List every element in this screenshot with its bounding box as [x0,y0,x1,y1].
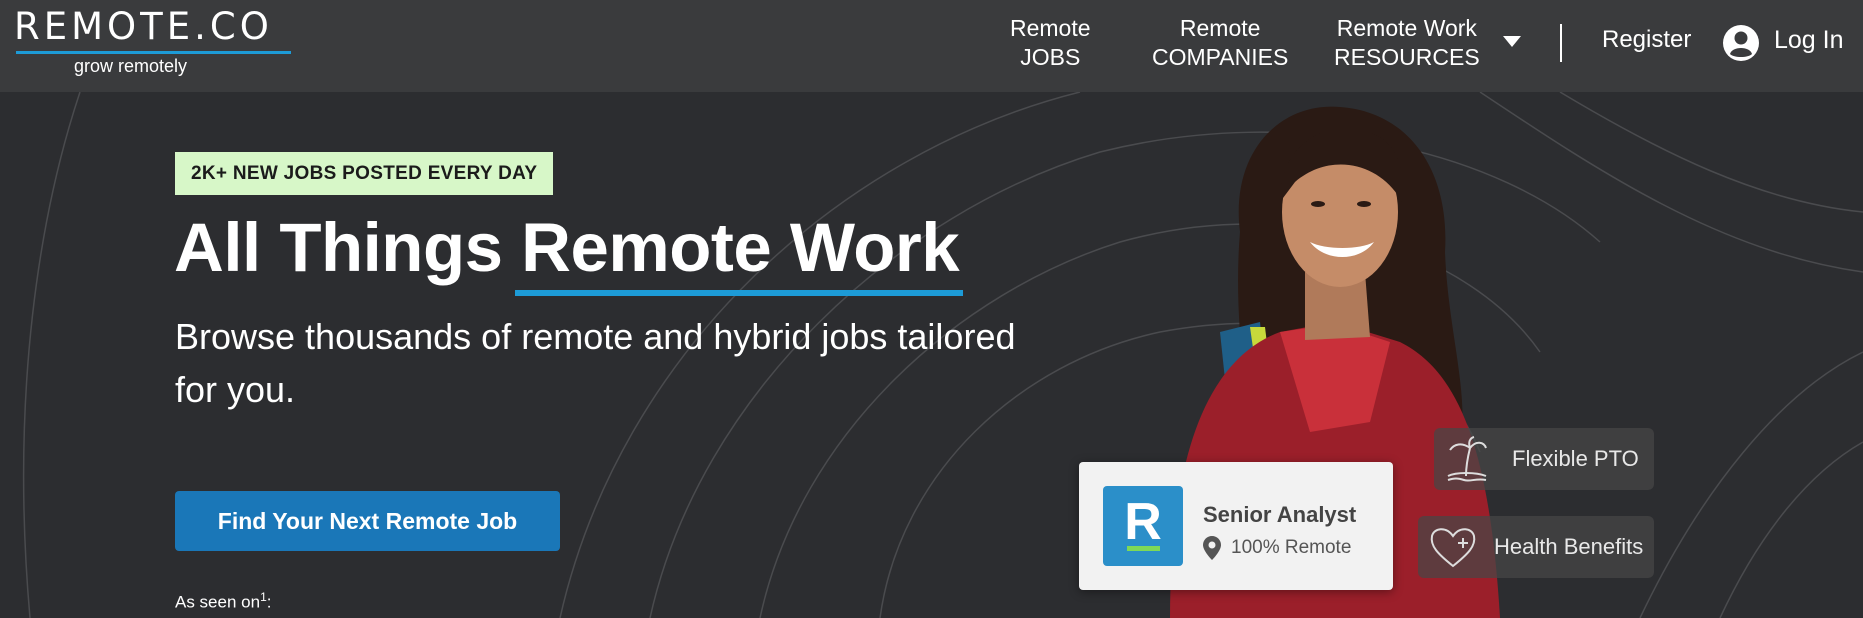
footnote-marker: 1 [260,590,267,604]
headline-part-2: Remote Work [521,209,960,286]
hero-section: 2K+ NEW JOBS POSTED EVERY DAY All Things… [0,92,1863,618]
nav-remote-jobs-line2: JOBS [1020,44,1081,70]
user-account-icon[interactable] [1722,24,1760,62]
perk-health-benefits: Health Benefits [1418,516,1654,578]
company-logo-letter: R [1124,493,1162,551]
company-logo-accent [1127,546,1160,551]
palm-tree-icon [1447,436,1487,482]
nav-remote-companies-line1: Remote [1179,15,1261,41]
nav-divider [1560,24,1562,62]
nav-remote-work-resources[interactable]: Remote Work RESOURCES [1334,14,1480,72]
top-navigation-bar: REMOTE.CO grow remotely Remote JOBS Remo… [0,0,1863,92]
remote-co-logo[interactable]: REMOTE.CO grow remotely [14,5,291,76]
nav-remote-companies[interactable]: Remote COMPANIES [1152,14,1288,72]
as-seen-on-text: As seen on [175,592,261,612]
job-preview-card[interactable]: R Senior Analyst 100% Remote [1079,462,1393,590]
perk-flexible-pto-label: Flexible PTO [1512,446,1639,471]
nav-remote-companies-line2: COMPANIES [1152,44,1289,70]
nav-remote-jobs[interactable]: Remote JOBS [1010,14,1091,72]
nav-resources-line1: Remote Work [1336,15,1477,41]
nav-remote-jobs-line1: Remote [1010,15,1091,41]
company-logo: R [1103,486,1183,566]
job-title: Senior Analyst [1203,502,1357,527]
perk-health-benefits-label: Health Benefits [1494,534,1644,559]
location-pin-icon [1203,536,1221,560]
logo-tagline: grow remotely [74,56,188,76]
find-remote-job-button[interactable]: Find Your Next Remote Job [175,491,560,551]
login-link[interactable]: Log In [1774,26,1844,55]
hero-subheadline: Browse thousands of remote and hybrid jo… [175,316,1016,410]
register-link[interactable]: Register [1602,26,1691,54]
new-jobs-badge: 2K+ NEW JOBS POSTED EVERY DAY [175,152,554,195]
hero-headline: All Things Remote Work [174,208,960,287]
heart-plus-icon [1430,528,1476,568]
job-location: 100% Remote [1231,537,1352,558]
as-seen-on-colon: : [266,592,272,612]
headline-underline [515,290,963,296]
as-seen-on-label: As seen on1: [175,590,271,613]
logo-wordmark: REMOTE.CO [14,5,273,48]
perk-flexible-pto: Flexible PTO [1434,428,1654,490]
logo-underline [16,51,291,54]
chevron-down-icon[interactable] [1503,36,1521,47]
nav-resources-line2: RESOURCES [1334,44,1480,70]
headline-part-1: All Things [174,209,522,286]
